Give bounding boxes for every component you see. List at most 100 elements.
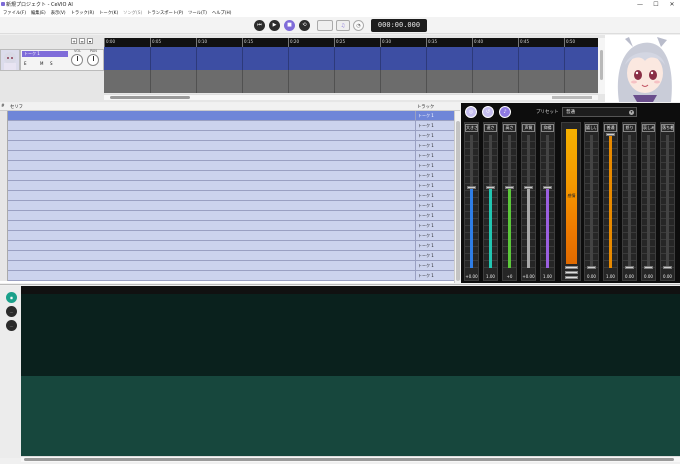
- editor-mode-button[interactable]: …: [6, 320, 17, 331]
- split-view-icon[interactable]: [317, 20, 333, 31]
- editor-mode-button[interactable]: ◉: [6, 292, 17, 303]
- minimize-icon[interactable]: —: [632, 0, 648, 9]
- row-track[interactable]: トーク 1: [415, 191, 454, 201]
- row-track[interactable]: トーク 1: [415, 271, 454, 281]
- editor-ruler[interactable]: [21, 286, 680, 294]
- list-row[interactable]: トーク 1: [0, 231, 454, 241]
- track-name[interactable]: トーク 1: [22, 51, 68, 57]
- track-edit-label[interactable]: E: [24, 61, 27, 66]
- pan-knob[interactable]: [87, 54, 99, 66]
- emotion-master-meter[interactable]: 感情: [561, 122, 581, 281]
- editor-hscroll[interactable]: [21, 456, 680, 462]
- talk-track-lane[interactable]: [104, 47, 598, 70]
- add-track-button[interactable]: +: [71, 38, 77, 44]
- row-track[interactable]: トーク 1: [415, 141, 454, 151]
- slider-handle[interactable]: [663, 266, 672, 269]
- menu-tools[interactable]: ツール(T): [188, 10, 207, 16]
- track-vscroll-thumb[interactable]: [600, 50, 603, 80]
- row-track[interactable]: トーク 1: [415, 131, 454, 141]
- slider-emotion-joy[interactable]: 嬉しい 0.00: [584, 122, 599, 281]
- menu-talk[interactable]: トーク(K): [99, 10, 118, 16]
- track-hscroll[interactable]: [104, 94, 598, 100]
- slider-voice-quality[interactable]: 声質 +0.00: [521, 122, 536, 281]
- row-track[interactable]: トーク 1: [415, 151, 454, 161]
- track-vscroll[interactable]: [598, 38, 605, 94]
- row-track[interactable]: トーク 1: [415, 161, 454, 171]
- slider-emotion-anger[interactable]: 怒り 0.00: [622, 122, 637, 281]
- empty-track-lane[interactable]: [104, 70, 598, 93]
- menu-edit[interactable]: 編集(E): [31, 10, 46, 16]
- track-avatar[interactable]: [0, 49, 20, 71]
- list-row[interactable]: トーク 1: [0, 271, 454, 281]
- slider-speed[interactable]: 速さ 1.00: [483, 122, 498, 281]
- list-row[interactable]: トーク 1: [0, 201, 454, 211]
- row-track[interactable]: トーク 1: [415, 241, 454, 251]
- track-menu-button[interactable]: ≡: [79, 38, 85, 44]
- rewind-button[interactable]: ⏮: [254, 20, 265, 31]
- row-track[interactable]: トーク 1: [415, 111, 454, 121]
- loop-button[interactable]: ⟲: [299, 20, 310, 31]
- menu-transport[interactable]: トランスポート(P): [147, 10, 183, 16]
- track-solo-label[interactable]: S: [50, 61, 53, 66]
- master-handle[interactable]: [565, 271, 578, 274]
- voice-settings-icon[interactable]: ♪: [499, 106, 511, 118]
- menu-view[interactable]: 表示(V): [51, 10, 66, 16]
- slider-handle[interactable]: [467, 186, 476, 190]
- slider-emotion-normal[interactable]: 普通 1.00: [603, 122, 618, 281]
- list-row[interactable]: トーク 1: [0, 151, 454, 161]
- slider-emotion-sadness[interactable]: 哀しみ 0.00: [641, 122, 656, 281]
- preset-select[interactable]: 普通 ▾: [562, 107, 637, 117]
- list-row[interactable]: トーク 1: [0, 171, 454, 181]
- row-track[interactable]: トーク 1: [415, 171, 454, 181]
- preset-save-icon[interactable]: ◎: [465, 106, 477, 118]
- script-list-scrollbar[interactable]: [454, 111, 460, 283]
- list-row[interactable]: トーク 1: [0, 241, 454, 251]
- slider-handle[interactable]: [606, 133, 615, 136]
- editor-hscroll-thumb[interactable]: [24, 458, 674, 461]
- zoom-slider[interactable]: [552, 96, 592, 99]
- list-row[interactable]: トーク 1: [0, 211, 454, 221]
- slider-handle[interactable]: [505, 186, 514, 190]
- timeline-ruler[interactable]: 0:00 0:05 0:10 0:15 0:20 0:25 0:30 0:35 …: [104, 38, 598, 47]
- scrollbar-thumb[interactable]: [456, 121, 460, 281]
- list-row[interactable]: トーク 1: [0, 111, 454, 121]
- list-row[interactable]: トーク 1: [0, 121, 454, 131]
- row-track[interactable]: トーク 1: [415, 201, 454, 211]
- editor-volume-area[interactable]: [21, 376, 680, 456]
- slider-volume[interactable]: 大きさ +0.00: [464, 122, 479, 281]
- list-row[interactable]: トーク 1: [0, 141, 454, 151]
- menu-help[interactable]: ヘルプ(H): [212, 10, 231, 16]
- slider-pitch[interactable]: 高さ +0: [502, 122, 517, 281]
- slider-handle[interactable]: [486, 186, 495, 190]
- list-row[interactable]: トーク 1: [0, 261, 454, 271]
- menu-track[interactable]: トラック(R): [71, 10, 95, 16]
- volume-knob[interactable]: [71, 54, 83, 66]
- row-track[interactable]: トーク 1: [415, 181, 454, 191]
- stop-button[interactable]: ■: [284, 20, 295, 31]
- row-track[interactable]: トーク 1: [415, 231, 454, 241]
- list-row[interactable]: トーク 1: [0, 131, 454, 141]
- close-icon[interactable]: ✕: [664, 0, 680, 9]
- slider-handle[interactable]: [625, 266, 634, 269]
- slider-handle[interactable]: [524, 186, 533, 190]
- row-track[interactable]: トーク 1: [415, 251, 454, 261]
- mixer-icon[interactable]: ♫: [336, 20, 350, 31]
- list-row[interactable]: トーク 1: [0, 161, 454, 171]
- preset-reset-icon[interactable]: ↺: [482, 106, 494, 118]
- master-handle[interactable]: [565, 266, 578, 269]
- slider-handle[interactable]: [587, 266, 596, 269]
- slider-intonation[interactable]: 抑揚 1.00: [540, 122, 555, 281]
- track-down-button[interactable]: ▾: [87, 38, 93, 44]
- master-handle[interactable]: [565, 276, 578, 279]
- list-row[interactable]: トーク 1: [0, 181, 454, 191]
- row-track[interactable]: トーク 1: [415, 261, 454, 271]
- editor-mode-button[interactable]: …: [6, 306, 17, 317]
- row-track[interactable]: トーク 1: [415, 121, 454, 131]
- menu-file[interactable]: ファイル(F): [3, 10, 26, 16]
- slider-handle[interactable]: [543, 186, 552, 190]
- metronome-icon[interactable]: ◔: [353, 20, 364, 31]
- list-row[interactable]: トーク 1: [0, 191, 454, 201]
- list-row[interactable]: トーク 1: [0, 221, 454, 231]
- track-hscroll-thumb[interactable]: [110, 96, 190, 99]
- track-mute-label[interactable]: M: [40, 61, 43, 66]
